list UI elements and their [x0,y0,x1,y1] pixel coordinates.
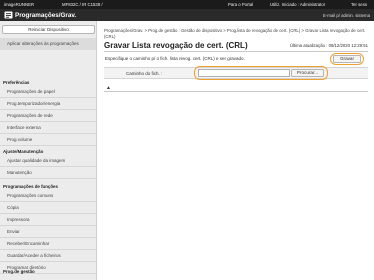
content-divider [104,91,368,92]
restart-device-button[interactable]: Reiniciar Dispositivo [2,25,95,34]
breadcrumb: Programações/Grav. > Prog.de gestão : Ge… [104,28,366,39]
sidebar-item-copy[interactable]: Cópia [0,202,96,214]
sidebar: Reiniciar Dispositivo Aplicar alterações… [0,21,97,280]
sidebar-item-paper[interactable]: Programações de papel [0,86,96,98]
browse-button[interactable]: Procurar... [291,69,324,77]
apply-changes-link[interactable]: Aplicar alterações às programações [0,38,96,50]
portal-link[interactable]: Para o Portal [228,2,253,7]
sidebar-heading-function-settings: Programações de funções [3,184,58,189]
instruction-text: Especifique o caminho p/ o fich. lista r… [105,56,245,61]
sidebar-item-printer[interactable]: Impressora [0,214,96,226]
sidebar-item-receive-forward[interactable]: Receber/Encaminhar [0,238,96,250]
title-bar: Programações/Grav. E-mail p/ admin. sist… [0,9,374,21]
sidebar-item-send[interactable]: Enviar [0,226,96,238]
file-path-label: Caminho do fich. : [126,71,163,76]
top-bar: imageRUNNER MF832C / IR C1538 / Para o P… [0,0,374,9]
sidebar-item-store-access-files[interactable]: Guardar/Aceder a ficheiros [0,250,96,262]
file-path-input[interactable] [198,69,290,77]
settings-logo-icon [4,11,13,19]
user-info: Utiliz. Iniciado : Administrator [270,2,326,7]
page-title: Gravar Lista revogação de cert. (CRL) [104,41,248,50]
main-content: Programações/Grav. > Prog.de gestão : Ge… [98,21,374,280]
logout-link[interactable]: Ter sess [351,2,367,7]
sidebar-heading-maintenance: Ajuste/Manutenção [3,149,44,154]
sidebar-item-image-quality[interactable]: Ajustar qualidade da imagem [0,155,96,167]
device-model: MF832C / IR C1538 / [62,2,103,7]
save-button[interactable]: Gravar [333,55,361,63]
sidebar-item-network[interactable]: Programações de rede [0,110,96,122]
admin-email-link[interactable]: E-mail p/ admin. sistema [323,13,370,18]
sidebar-heading-management: Prog.de gestão [3,269,35,274]
product-name: imageRUNNER [4,2,35,7]
sidebar-heading-preferences: Preferências [3,80,30,85]
app-title: Programações/Grav. [15,11,77,19]
sidebar-item-maintenance[interactable]: Manutenção [0,167,96,179]
sidebar-item-common[interactable]: Programações comuns [0,190,96,202]
title-divider [104,51,368,52]
sidebar-item-volume[interactable]: Prog.volume [0,134,96,146]
last-updated: Última atualização : 09/12/2020 12:29:51 [289,43,368,48]
sidebar-item-timer-energy[interactable]: Prog.temporizador/energia [0,98,96,110]
sidebar-item-external-interface[interactable]: Interface externa [0,122,96,134]
